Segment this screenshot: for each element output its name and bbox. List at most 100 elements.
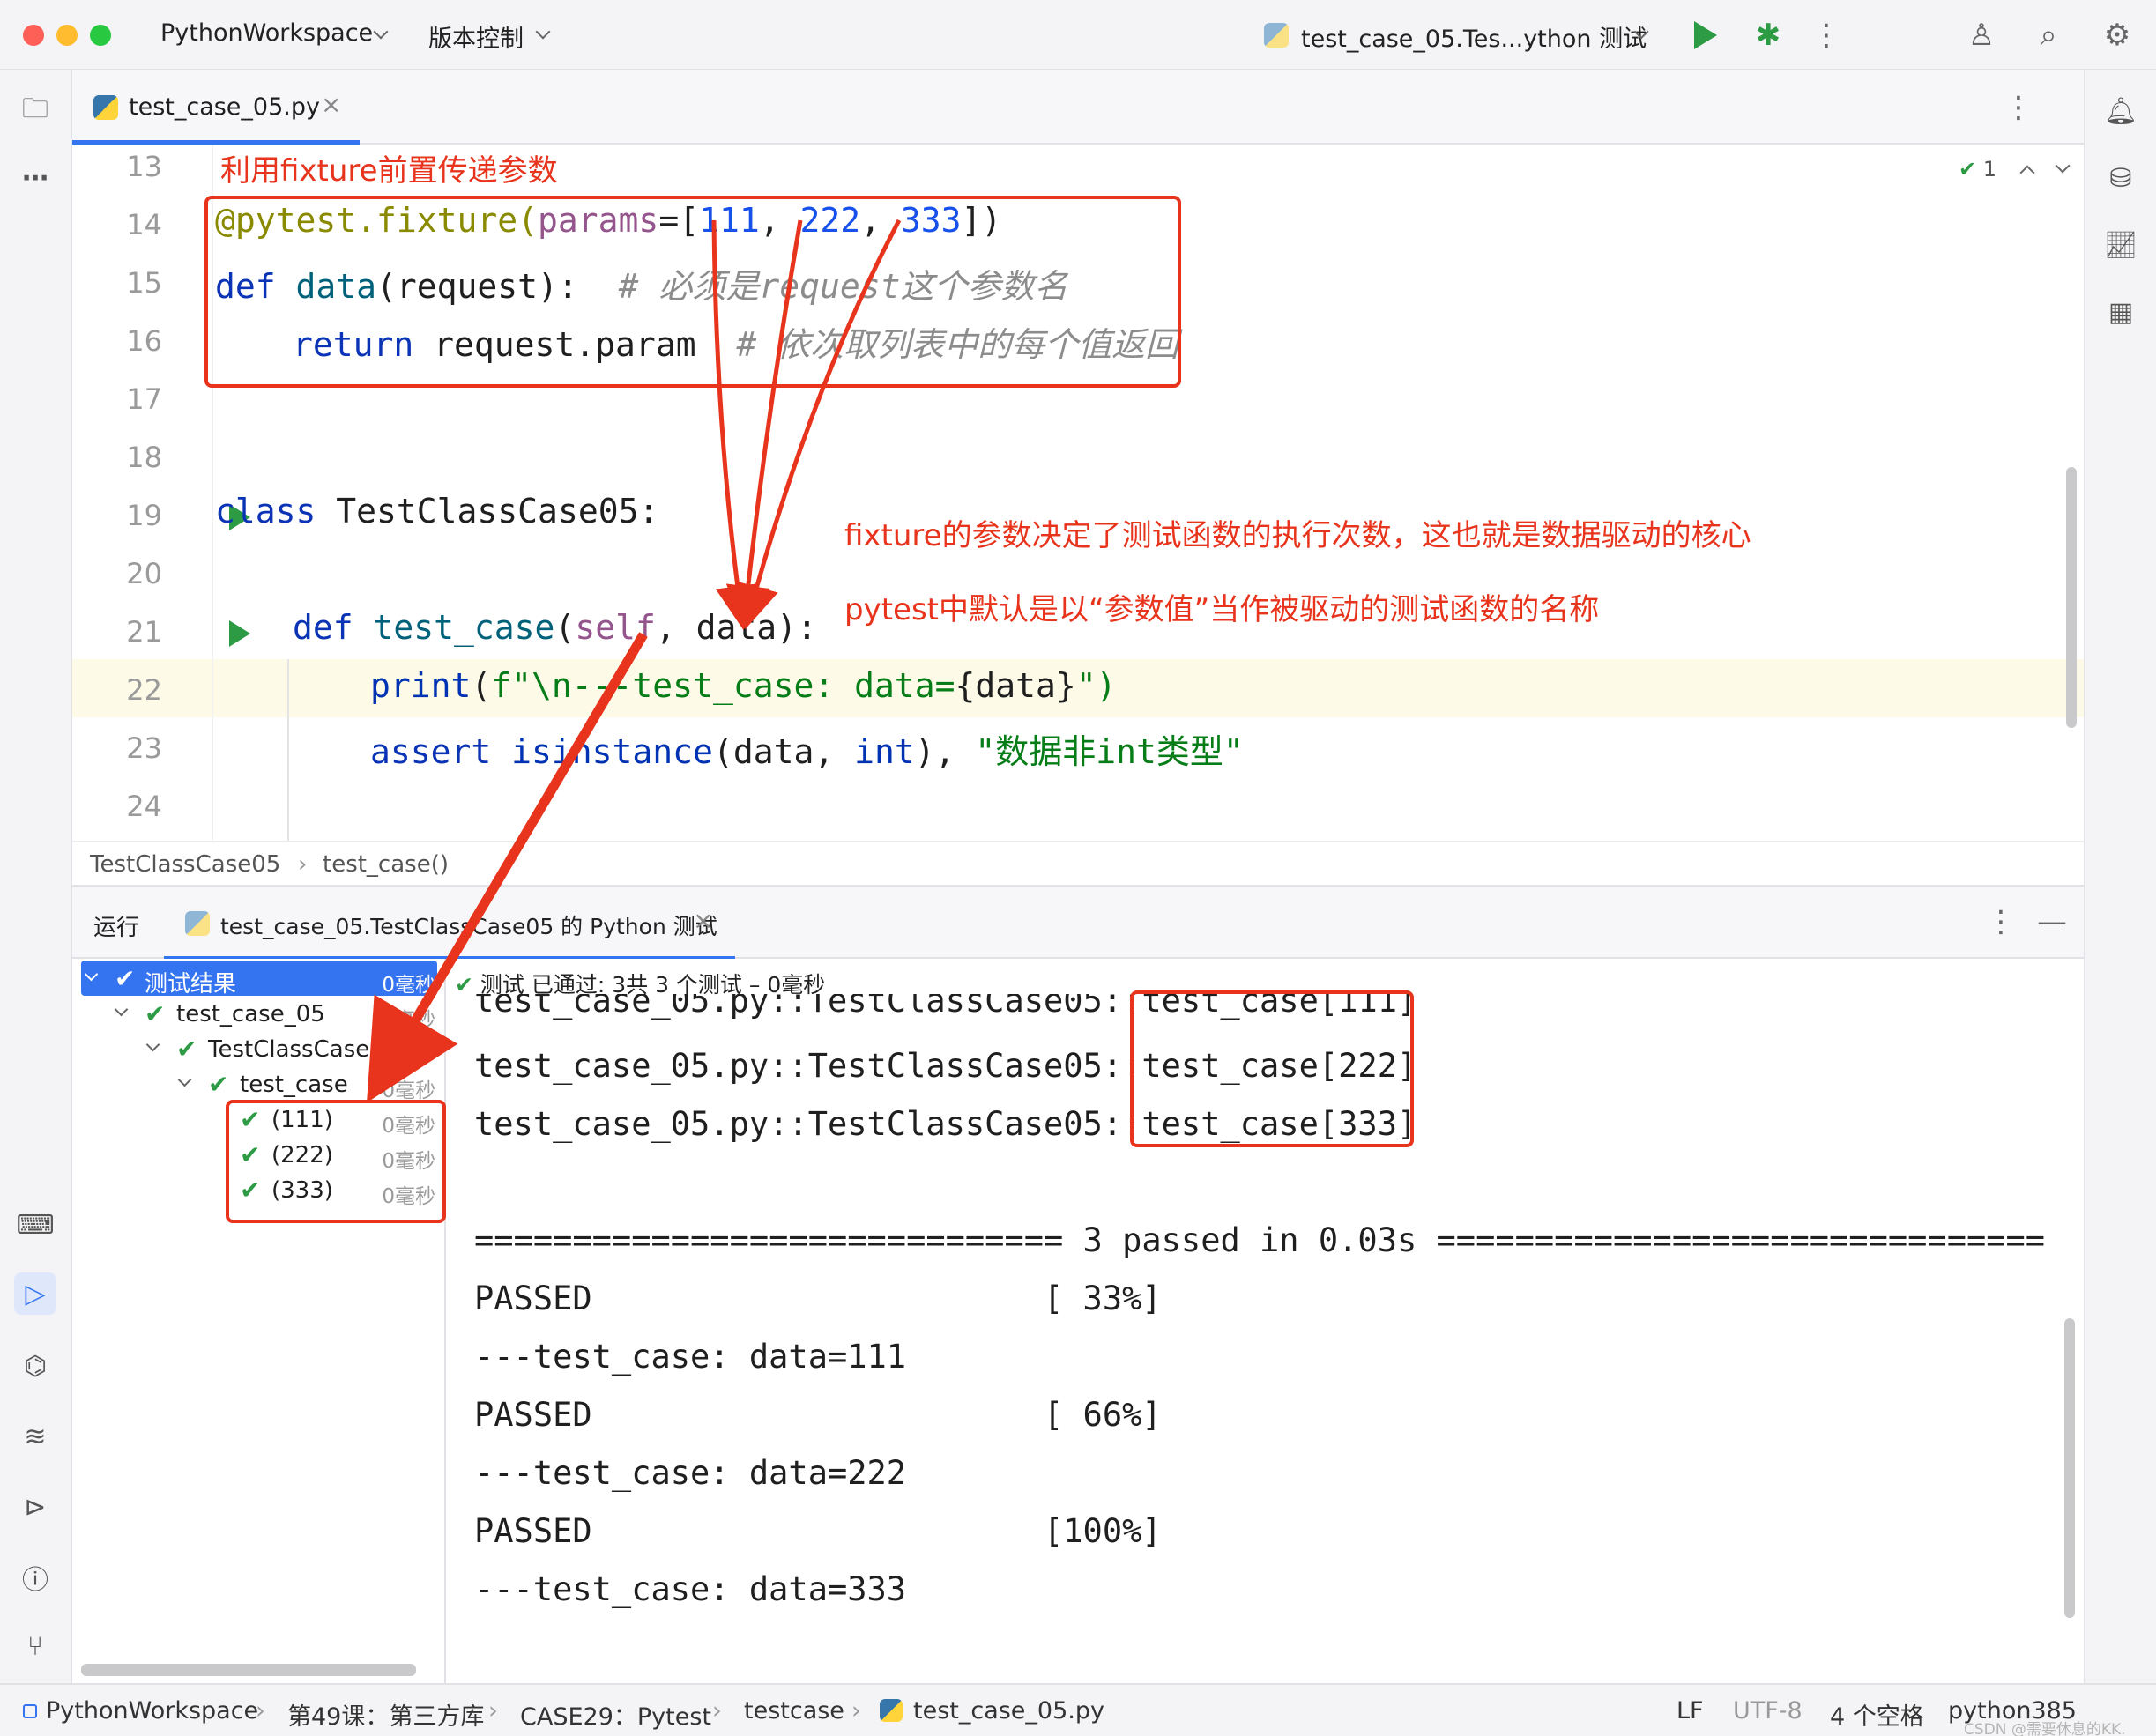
- inspection-count: 1: [1982, 157, 1997, 182]
- close-tab-icon[interactable]: ×: [693, 906, 713, 935]
- debug-icon[interactable]: ✱: [1749, 16, 1788, 55]
- indent-setting[interactable]: 4 个空格: [1830, 1697, 1924, 1732]
- vcs-menu[interactable]: 版本控制: [428, 19, 524, 54]
- tree-time: 0毫秒: [382, 1044, 435, 1067]
- tree-label: 测试结果: [145, 971, 237, 998]
- chevron-down-icon[interactable]: [2055, 158, 2071, 174]
- line-number: 14: [126, 208, 162, 241]
- check-icon: ✔: [176, 1035, 197, 1064]
- run-test-gutter-icon[interactable]: [229, 620, 250, 647]
- tree-time: 0毫秒: [382, 1009, 435, 1032]
- path-separator-icon: ›: [256, 1697, 265, 1725]
- layers-icon[interactable]: ≋: [14, 1415, 56, 1458]
- terminal-icon[interactable]: ⌨: [14, 1204, 56, 1246]
- chevron-down-icon: [535, 24, 551, 40]
- line-number: 23: [126, 731, 162, 765]
- annotation-box-console-names: [1130, 990, 1414, 1147]
- run-panel-title: 运行: [93, 915, 140, 941]
- run-tool-icon[interactable]: ▷: [14, 1272, 56, 1315]
- status-path-file[interactable]: test_case_05.py: [913, 1697, 1104, 1725]
- chevron-up-icon[interactable]: [2019, 165, 2035, 181]
- right-tool-strip: 🔔︎ ⛁ 📈︎ ▦: [2084, 70, 2156, 1683]
- annotation-box-tree-params: [226, 1100, 446, 1223]
- run-tool-header: 运行 test_case_05.TestClassCase05 的 Python…: [72, 885, 2084, 961]
- console-line: PASSED [ 66%]: [474, 1396, 1162, 1434]
- tree-row-function[interactable]: ✔ test_case 0毫秒: [72, 1066, 446, 1102]
- tree-horizontal-scrollbar[interactable]: [81, 1664, 416, 1676]
- project-square-icon: [23, 1704, 37, 1718]
- chevron-down-icon[interactable]: [177, 1072, 192, 1087]
- status-path-lesson[interactable]: 第49课：第三方库: [287, 1697, 484, 1732]
- status-path-folder[interactable]: testcase: [744, 1697, 844, 1725]
- more-tools-icon[interactable]: ⋯: [14, 157, 56, 199]
- code-line-19: class TestClassCase05:: [215, 492, 659, 530]
- search-icon[interactable]: ⌕: [2029, 16, 2068, 55]
- code-line-21: def test_case(self, data):: [293, 608, 817, 647]
- code-line-23: assert isinstance(data, int), "数据非int类型": [370, 732, 1244, 771]
- editor-tab-bar: test_case_05.py × ⋮: [72, 70, 2084, 145]
- maximize-window-button[interactable]: [90, 25, 111, 46]
- add-user-icon[interactable]: ♙: [1962, 16, 2001, 55]
- sciview-chart-icon[interactable]: 📈︎: [2100, 224, 2142, 266]
- line-number: 13: [126, 150, 162, 183]
- settings-gear-icon[interactable]: ⚙: [2098, 16, 2137, 55]
- database-icon[interactable]: ⛁: [2100, 157, 2142, 199]
- line-number: 21: [126, 615, 162, 649]
- close-tab-icon[interactable]: ×: [321, 90, 341, 119]
- line-separator[interactable]: LF: [1676, 1697, 1704, 1725]
- run-options-icon[interactable]: ⋮: [1981, 902, 2020, 941]
- run-tab[interactable]: test_case_05.TestClassCase05 的 Python 测试…: [164, 887, 735, 961]
- path-separator-icon: ›: [488, 1697, 498, 1725]
- tree-row-module[interactable]: ✔ test_case_05 0毫秒: [72, 996, 446, 1032]
- run-button[interactable]: [1694, 21, 1717, 49]
- python-test-icon: [185, 911, 210, 936]
- run-configuration-selector[interactable]: test_case_05.Tes...ython 测试: [1301, 19, 1647, 54]
- project-folder-icon[interactable]: 🗀: [14, 90, 56, 132]
- services-icon[interactable]: ⊳: [14, 1486, 56, 1528]
- status-path-case[interactable]: CASE29：Pytest: [520, 1697, 711, 1732]
- annotation-note-1: fixture的参数决定了测试函数的执行次数，这也就是数据驱动的核心: [844, 518, 1751, 553]
- tree-row-class[interactable]: ✔ TestClassCase05 0毫秒: [72, 1031, 446, 1067]
- check-icon: ✔: [455, 972, 473, 998]
- status-path-project[interactable]: PythonWorkspace: [46, 1697, 258, 1725]
- breadcrumb-separator-icon: ›: [298, 851, 308, 878]
- status-bar: PythonWorkspace › 第49课：第三方库 › CASE29：Pyt…: [0, 1683, 2156, 1736]
- close-window-button[interactable]: [23, 25, 44, 46]
- annotation-box-fixture: [204, 196, 1181, 388]
- project-selector[interactable]: PythonWorkspace: [160, 19, 373, 47]
- tree-label: test_case_05: [176, 1001, 325, 1028]
- line-number: 22: [126, 673, 162, 707]
- python-console-icon[interactable]: ⌬: [14, 1345, 56, 1387]
- editor-tab-test-case-05[interactable]: test_case_05.py ×: [72, 70, 360, 145]
- watermark: CSDN @需要休息的KK.: [1964, 1721, 2126, 1736]
- check-icon: ✔: [208, 1070, 229, 1099]
- console-scrollbar[interactable]: [2064, 1318, 2075, 1618]
- tab-options-icon[interactable]: ⋮: [1999, 88, 2038, 127]
- chevron-down-icon[interactable]: [114, 1002, 129, 1017]
- line-number: 24: [126, 790, 162, 823]
- editor-scrollbar[interactable]: [2066, 467, 2077, 728]
- tree-row-root[interactable]: ✔ 测试结果 0毫秒: [72, 961, 446, 998]
- left-tool-strip: 🗀 ⋯ ⌨ ▷ ⌬ ≋ ⊳ ⓘ ⑂: [0, 70, 72, 1683]
- minimize-window-button[interactable]: [56, 25, 78, 46]
- breadcrumb-class[interactable]: TestClassCase05: [90, 851, 280, 878]
- more-actions-icon[interactable]: ⋮: [1807, 16, 1846, 55]
- breadcrumb-method[interactable]: test_case(): [323, 851, 449, 878]
- indent-guide: [287, 659, 289, 841]
- file-encoding[interactable]: UTF-8: [1733, 1697, 1803, 1725]
- tree-time: 0毫秒: [382, 974, 435, 997]
- line-number: 18: [126, 441, 162, 474]
- title-bar: PythonWorkspace 版本控制 test_case_05.Tes...…: [0, 0, 2156, 70]
- line-number: 19: [126, 499, 162, 532]
- line-number: 15: [126, 266, 162, 300]
- minimize-panel-icon[interactable]: —: [2033, 902, 2071, 941]
- console-line: ============================== 3 passed …: [474, 1221, 2046, 1259]
- problems-icon[interactable]: ⓘ: [14, 1556, 56, 1599]
- git-icon[interactable]: ⑂: [14, 1625, 56, 1667]
- notifications-bell-icon[interactable]: 🔔︎: [2100, 90, 2142, 132]
- tree-label: TestClassCase05: [208, 1036, 399, 1063]
- inspection-widget[interactable]: ✔ 1: [1959, 157, 1996, 182]
- chevron-down-icon[interactable]: [145, 1037, 160, 1052]
- structure-icon[interactable]: ▦: [2100, 291, 2142, 333]
- line-number: 16: [126, 324, 162, 358]
